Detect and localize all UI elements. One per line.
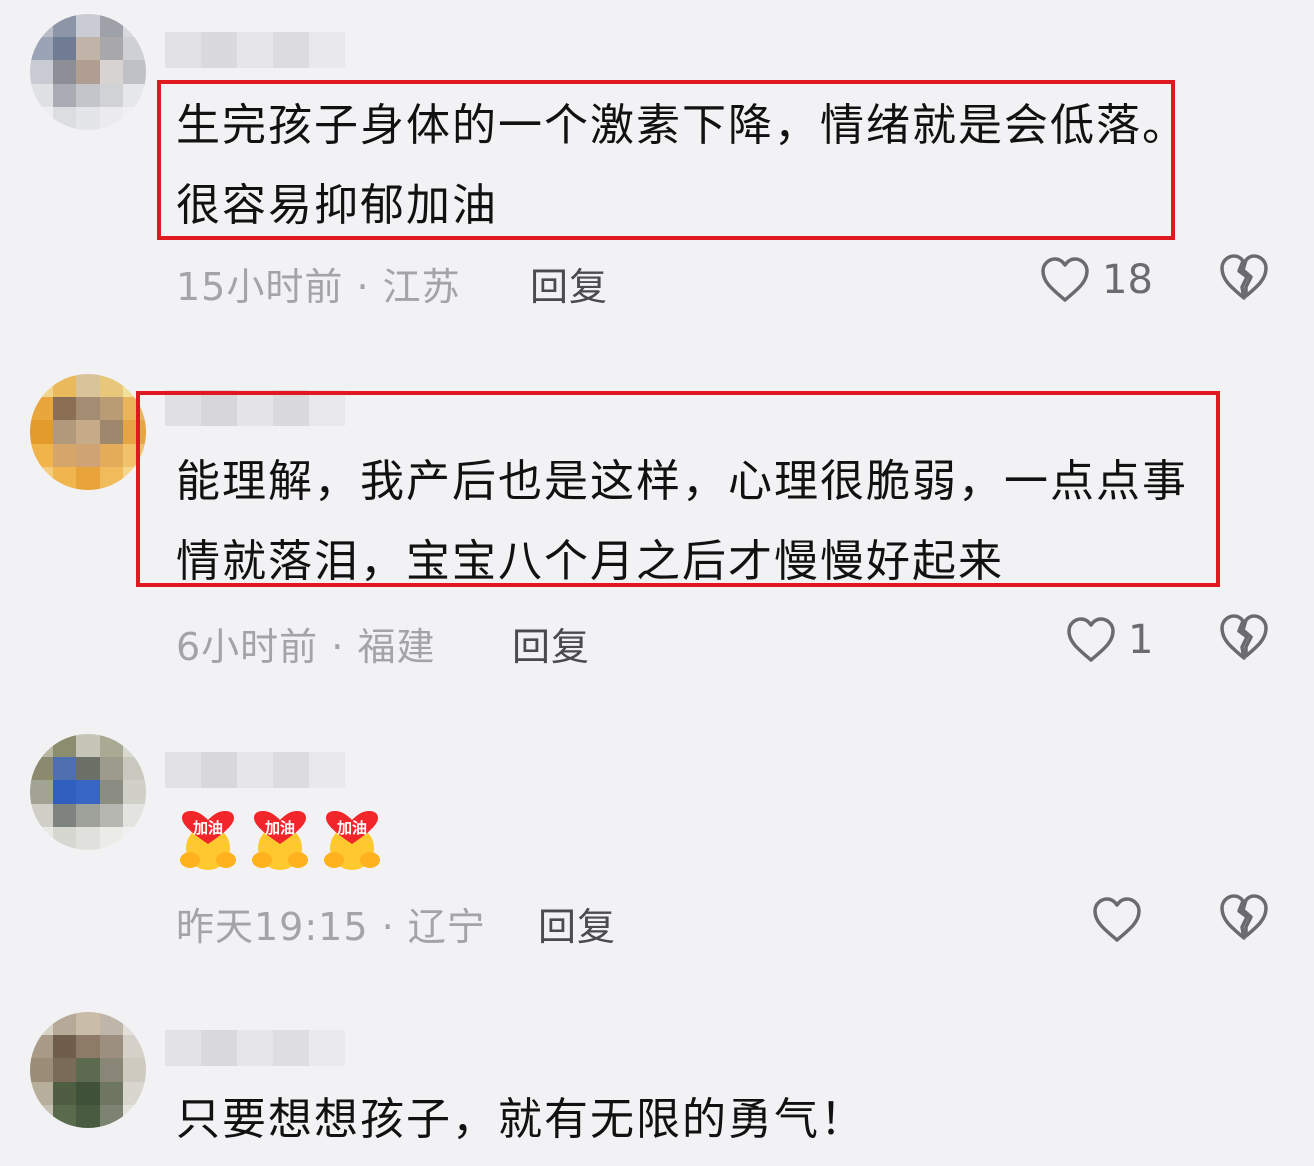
like-button[interactable] bbox=[1092, 892, 1154, 948]
dislike-button[interactable] bbox=[1218, 612, 1274, 668]
username-blurred[interactable] bbox=[165, 32, 345, 68]
svg-text:加油: 加油 bbox=[336, 819, 367, 837]
timestamp: 昨天19:15 bbox=[176, 905, 369, 949]
separator: · bbox=[331, 625, 345, 669]
avatar[interactable] bbox=[30, 734, 146, 850]
dislike-button[interactable] bbox=[1218, 252, 1274, 308]
comment-meta: 15小时前 · 江苏 bbox=[176, 256, 461, 311]
reply-button[interactable]: 回复 bbox=[512, 616, 590, 671]
emoji-row: 加油 加油 加油 bbox=[176, 810, 384, 872]
username-blurred[interactable] bbox=[165, 752, 345, 788]
avatar[interactable] bbox=[30, 374, 146, 490]
broken-heart-icon bbox=[1220, 614, 1268, 660]
broken-heart-icon bbox=[1220, 254, 1268, 300]
like-button[interactable]: 18 bbox=[1040, 252, 1153, 308]
svg-text:加油: 加油 bbox=[192, 819, 223, 837]
heart-outline-icon bbox=[1041, 257, 1089, 302]
reply-button[interactable]: 回复 bbox=[530, 256, 608, 311]
highlight-box bbox=[157, 80, 1175, 240]
jiayou-sticker: 加油 bbox=[248, 810, 312, 872]
separator: · bbox=[356, 265, 370, 309]
location: 福建 bbox=[357, 625, 436, 669]
like-count: 18 bbox=[1102, 257, 1153, 303]
username-blurred[interactable] bbox=[165, 1030, 345, 1066]
jiayou-sticker: 加油 bbox=[176, 810, 240, 872]
timestamp: 15小时前 bbox=[176, 265, 344, 309]
location: 江苏 bbox=[382, 265, 461, 309]
comment-meta: 6小时前 · 福建 bbox=[176, 616, 435, 671]
like-button[interactable]: 1 bbox=[1066, 612, 1153, 668]
separator: · bbox=[381, 905, 395, 949]
comment-meta: 昨天19:15 · 辽宁 bbox=[176, 896, 486, 951]
avatar[interactable] bbox=[30, 14, 146, 130]
timestamp: 6小时前 bbox=[176, 625, 319, 669]
heart-outline-icon bbox=[1067, 617, 1115, 662]
highlight-box bbox=[136, 391, 1220, 587]
avatar[interactable] bbox=[30, 1012, 146, 1128]
location: 辽宁 bbox=[407, 905, 486, 949]
broken-heart-icon bbox=[1220, 894, 1268, 940]
dislike-button[interactable] bbox=[1218, 892, 1274, 948]
comment-text: 只要想想孩子，就有无限的勇气！ bbox=[176, 1094, 866, 1145]
heart-outline-icon bbox=[1093, 897, 1141, 942]
reply-button[interactable]: 回复 bbox=[538, 896, 616, 951]
svg-text:加油: 加油 bbox=[264, 819, 295, 837]
like-count: 1 bbox=[1128, 617, 1154, 663]
jiayou-sticker: 加油 bbox=[320, 810, 384, 872]
